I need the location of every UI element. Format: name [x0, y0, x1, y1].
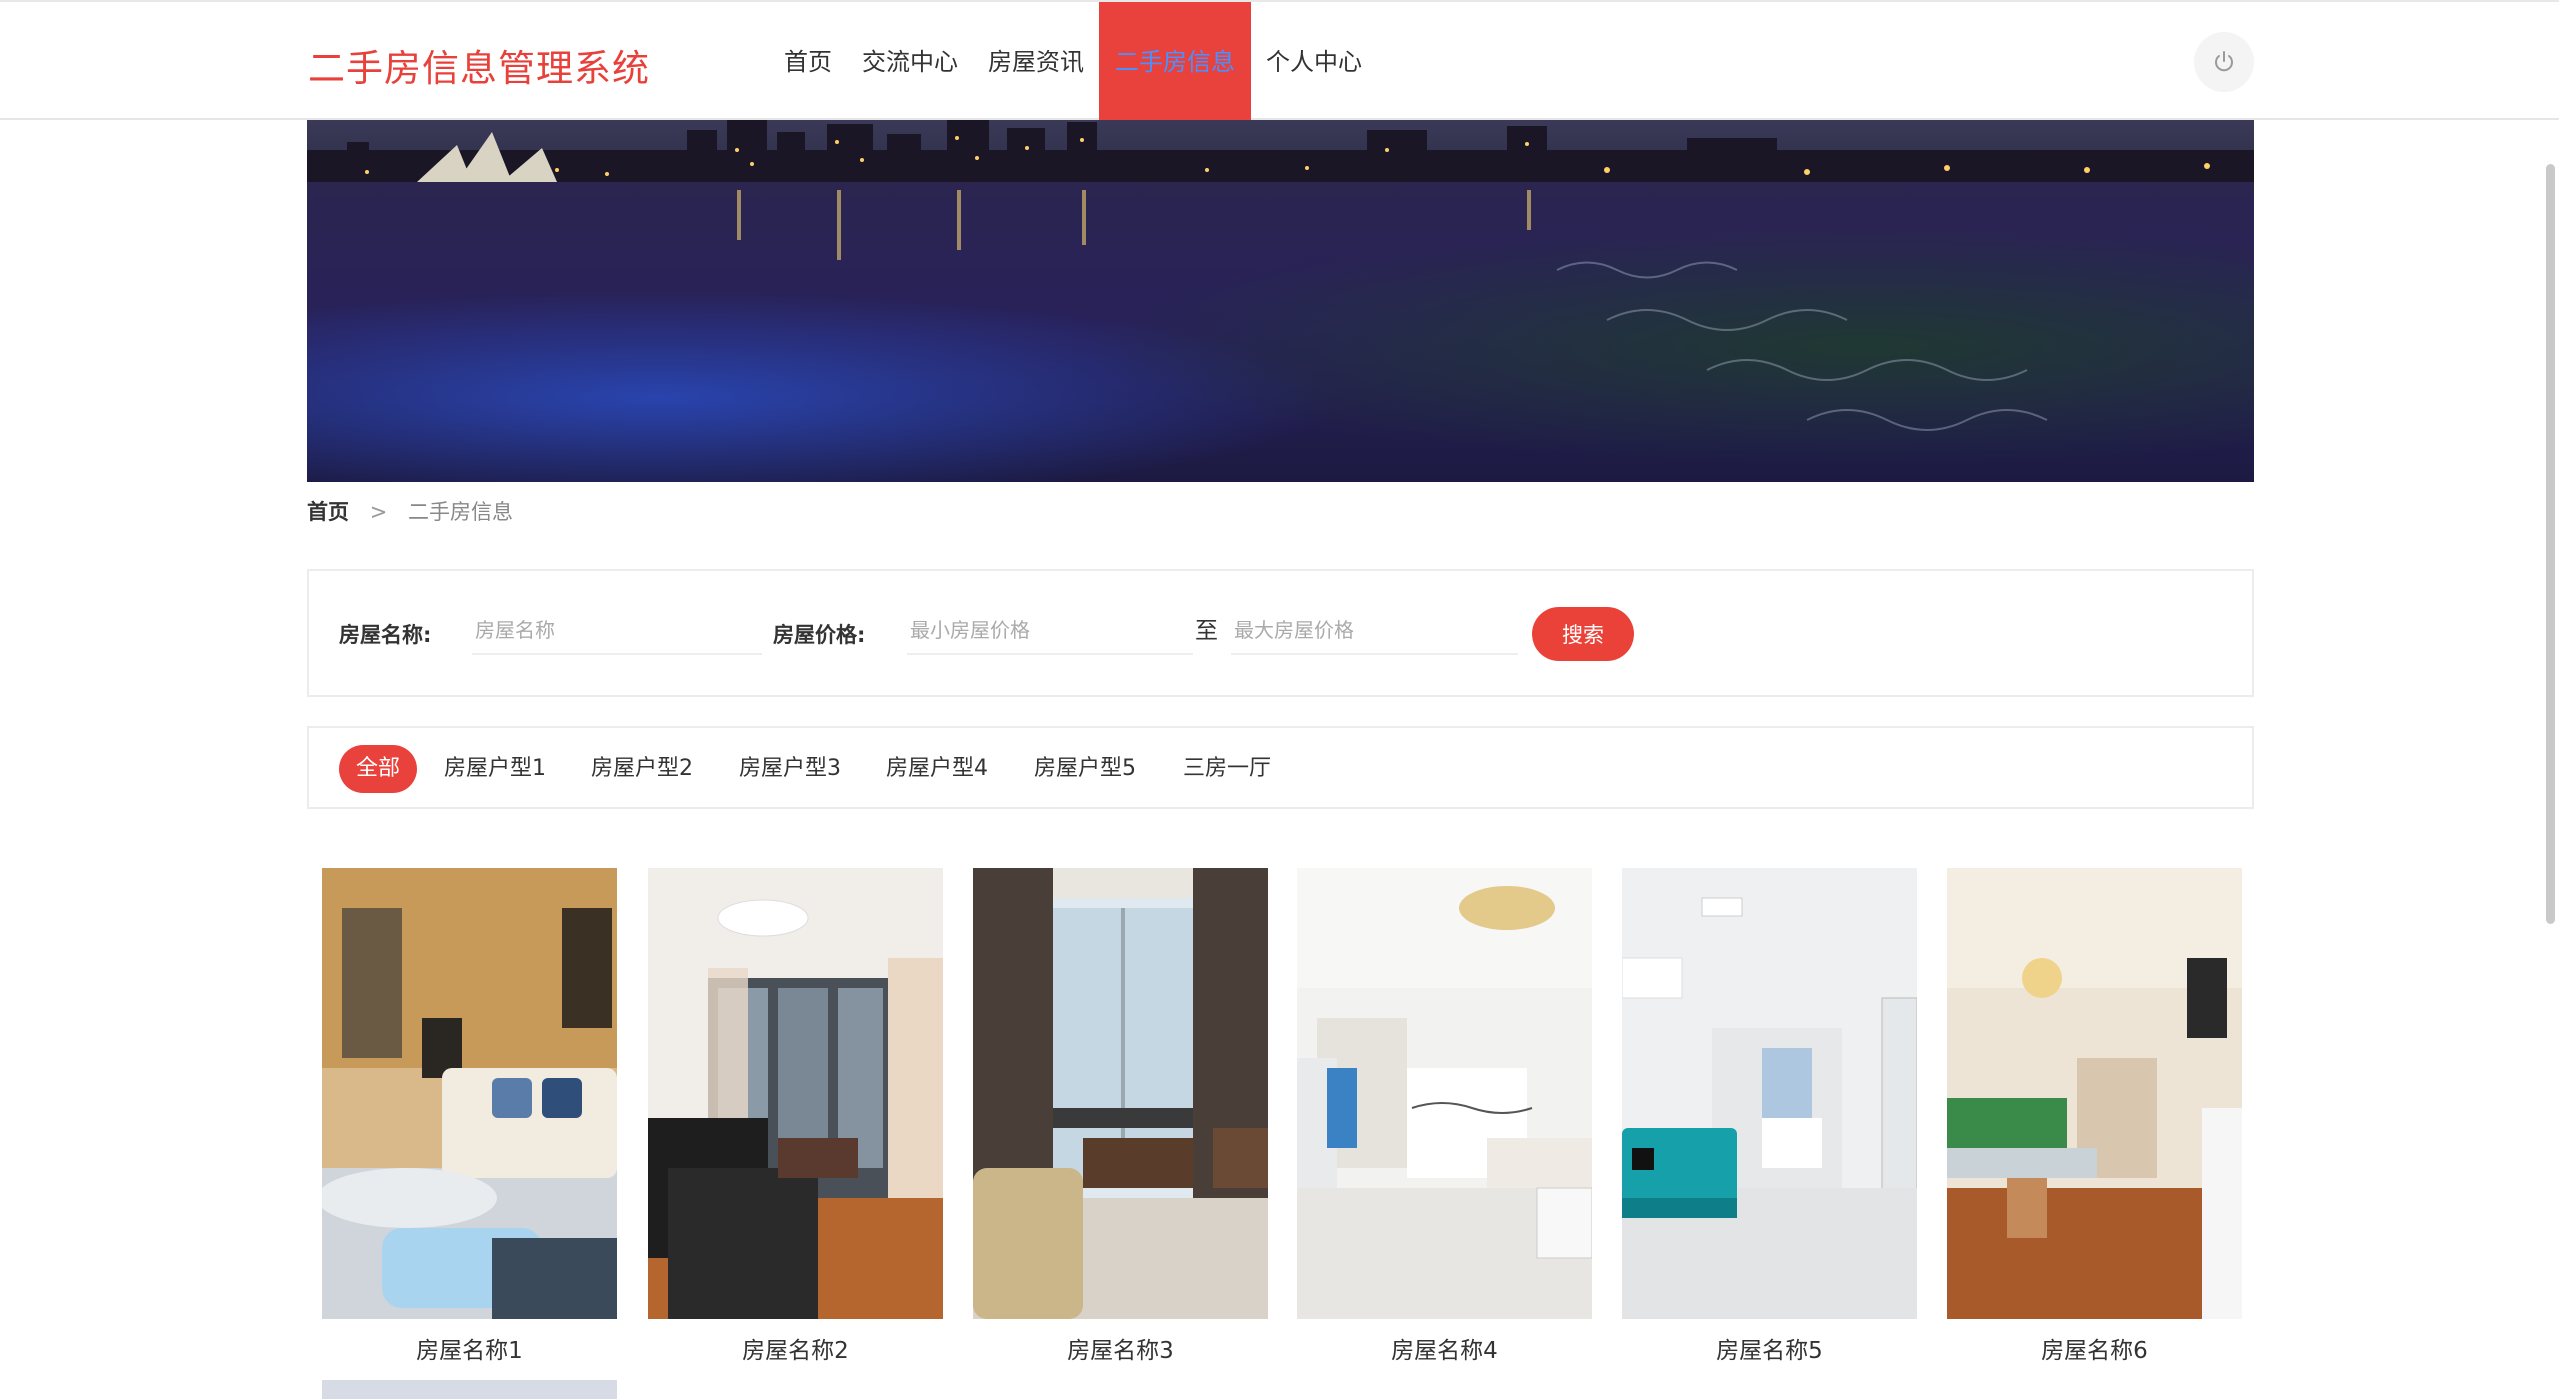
breadcrumb-home[interactable]: 首页 [307, 500, 349, 524]
search-panel: 房屋名称: 房屋价格: 至 搜索 [307, 569, 2254, 697]
listing-name[interactable]: 房屋名称4 [1297, 1331, 1592, 1365]
nav-item-forum[interactable]: 交流中心 [847, 2, 973, 122]
listing-name[interactable]: 房屋名称2 [648, 1331, 943, 1365]
listing-photo[interactable] [648, 868, 943, 1319]
listing-card-peek[interactable] [322, 1380, 617, 1399]
max-price-input[interactable] [1231, 607, 1518, 655]
main-nav: 首页 交流中心 房屋资讯 二手房信息 个人中心 [769, 2, 1377, 122]
category-type-4[interactable]: 房屋户型4 [886, 752, 988, 786]
category-type-2[interactable]: 房屋户型2 [591, 752, 693, 786]
listing-photo[interactable] [973, 868, 1268, 1319]
listing-name[interactable]: 房屋名称1 [322, 1331, 617, 1365]
listing-name[interactable]: 房屋名称6 [1947, 1331, 2242, 1365]
nav-item-news[interactable]: 房屋资讯 [973, 2, 1099, 122]
breadcrumb: 首页 > 二手房信息 [307, 496, 513, 526]
listing-card[interactable]: 房屋名称3 [973, 868, 1268, 1365]
min-price-input[interactable] [907, 607, 1193, 655]
category-type-5[interactable]: 房屋户型5 [1034, 752, 1136, 786]
category-three-bed[interactable]: 三房一厅 [1183, 752, 1271, 786]
listing-card[interactable]: 房屋名称4 [1297, 868, 1592, 1365]
page-scrollbar[interactable] [2546, 164, 2555, 924]
nav-item-profile[interactable]: 个人中心 [1251, 2, 1377, 122]
nav-item-home[interactable]: 首页 [769, 2, 847, 122]
breadcrumb-current: 二手房信息 [407, 500, 513, 524]
power-icon [2215, 51, 2233, 72]
category-type-1[interactable]: 房屋户型1 [444, 752, 546, 786]
nav-item-listings[interactable]: 二手房信息 [1099, 2, 1251, 122]
logout-button[interactable] [2194, 32, 2254, 92]
listing-photo[interactable] [1622, 868, 1917, 1319]
listing-card[interactable]: 房屋名称5 [1622, 868, 1917, 1365]
night-harbor-image [307, 120, 2254, 482]
listing-photo[interactable] [1297, 868, 1592, 1319]
listing-photo[interactable] [322, 868, 617, 1319]
house-name-input[interactable] [472, 607, 762, 655]
listing-card[interactable]: 房屋名称2 [648, 868, 943, 1365]
search-button[interactable]: 搜索 [1532, 607, 1634, 661]
listing-card[interactable]: 房屋名称6 [1947, 868, 2242, 1365]
top-header: 二手房信息管理系统 首页 交流中心 房屋资讯 二手房信息 个人中心 [0, 0, 2559, 122]
hero-banner [307, 120, 2254, 482]
site-logo[interactable]: 二手房信息管理系统 [308, 38, 650, 92]
listing-name[interactable]: 房屋名称3 [973, 1331, 1268, 1365]
price-range-to: 至 [1195, 618, 1218, 644]
category-all[interactable]: 全部 [339, 745, 418, 793]
category-type-3[interactable]: 房屋户型3 [739, 752, 841, 786]
listing-card[interactable]: 房屋名称1 [322, 868, 617, 1365]
breadcrumb-separator: > [369, 500, 388, 524]
house-name-label: 房屋名称: [339, 623, 432, 647]
house-price-label: 房屋价格: [773, 623, 866, 647]
category-filter-bar: 全部 房屋户型1 房屋户型2 房屋户型3 房屋户型4 房屋户型5 三房一厅 [307, 726, 2254, 809]
listing-photo[interactable] [1947, 868, 2242, 1319]
listing-name[interactable]: 房屋名称5 [1622, 1331, 1917, 1365]
